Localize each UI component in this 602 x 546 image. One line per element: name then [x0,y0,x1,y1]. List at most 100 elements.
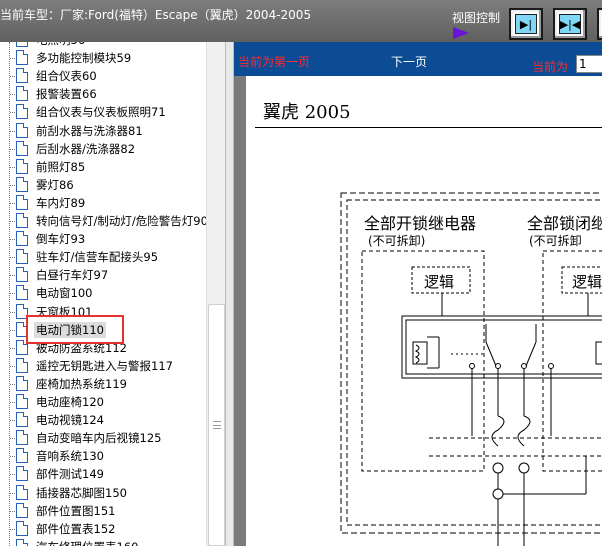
coil-winding [414,344,420,364]
tree-item[interactable]: 雾灯86 [0,176,206,194]
document-icon [16,86,28,102]
sidebar-scrollbar-thumb[interactable] [208,304,225,546]
relay-left-title: 全部开锁继电器 [364,214,476,233]
tree-item-label: 部件测试149 [36,467,104,482]
document-icon [16,375,28,391]
document-icon [16,430,28,446]
junction [518,462,530,474]
document-icon [16,502,28,518]
scroll-grip-icon [213,421,221,429]
tree-item[interactable]: 部件测试149 [0,465,206,483]
document-icon [16,466,28,482]
document-icon [16,176,28,192]
tree-item[interactable]: 白昼行车灯97 [0,266,206,284]
document-icon [16,538,28,546]
tree-item-label: 电动窗100 [36,286,93,301]
page-navigation-bar: 当前为第一页 下一页 当前为 [234,42,602,76]
tree-item-label: 遥控无钥匙进入与警报117 [36,358,173,373]
top-header: 当前车型：厂家:Ford(福特）Escape（翼虎）2004-2005 视图控制… [0,0,602,42]
tree-item[interactable]: 车内灯89 [0,194,206,212]
contact-point [469,363,475,369]
logic-right-label: 逻辑 [572,273,602,291]
tree-item-label: 部件位置图151 [36,503,116,518]
next-page-link[interactable]: 下一页 [391,53,427,70]
tree-item[interactable]: 电动窗100 [0,284,206,302]
tree-item[interactable]: 座椅加热系统119 [0,375,206,393]
document-icon [16,357,28,373]
tree-item[interactable]: 报警装置66 [0,85,206,103]
pane-splitter[interactable] [225,42,234,546]
wiring-diagram-document: 翼虎 2005 全部开锁继电器 (不可拆卸) 全部锁闭继 (不可拆卸 逻辑 逻辑 [246,76,602,546]
tree-item[interactable]: 多功能控制模块59 [0,49,206,67]
contact-point [495,363,501,369]
tree-item[interactable]: 前照灯85 [0,158,206,176]
split-view-icon: ▶|◀ [559,17,581,31]
tree-item-label: 车内灯89 [36,195,86,210]
tree-item-label: 前刮水器与洗涤器81 [36,123,143,138]
page-number-input[interactable] [576,55,602,73]
switch-contact-right [525,341,537,367]
relay-module-inner [405,319,602,375]
tree-item-label: 组合仪表60 [36,69,97,84]
relay-right-note: (不可拆卸 [529,233,582,248]
document-icon [16,104,28,120]
junction [492,462,504,474]
tree-item-label: 后刮水器/洗涤器82 [36,141,136,156]
tree-item[interactable]: 电动视镜124 [0,411,206,429]
inner-dashed-frame [346,199,602,526]
tree-item-label: 驻车灯/信营车配接头95 [36,250,159,265]
coil-left [412,341,428,365]
tree-item[interactable]: 部件位置表152 [0,520,206,538]
tree-item-label: 音响系统130 [36,449,104,464]
junction [492,488,504,500]
wiring-schematic: 全部开锁继电器 (不可拆卸) 全部锁闭继 (不可拆卸 逻辑 逻辑 [340,192,602,546]
tree-item-label: 雾灯86 [36,177,74,192]
relay-module-frame [401,315,602,379]
tree-item[interactable]: 后刮水器/洗涤器82 [0,140,206,158]
tree-item[interactable]: 遥控无钥匙进入与警报117 [0,357,206,375]
tree-item[interactable]: 自动变暗车内后视镜125 [0,429,206,447]
document-icon [16,42,28,47]
tree-item-label: 报警装置66 [36,87,97,102]
document-icon [16,520,28,536]
tree-item-label: 汽车修理位置表160 [36,539,138,546]
tree-item[interactable]: 组合仪表60 [0,67,206,85]
tree-item[interactable]: 电动座椅120 [0,393,206,411]
tree-item[interactable]: 驻车灯/信营车配接头95 [0,248,206,266]
document-icon [16,484,28,500]
document-icon [16,213,28,228]
tree-item-label: 前照灯85 [36,159,86,174]
first-page-indicator: 当前为第一页 [238,55,311,69]
view-single-pane-button[interactable]: ▶| [509,8,543,40]
document-icon [16,50,28,66]
tree-item[interactable]: 音响系统130 [0,447,206,465]
contact-point [548,363,554,369]
tree-item-label: 组合仪表与仪表板照明71 [36,105,166,120]
tree-item[interactable]: 电照明56 [0,42,206,49]
wire-crossover [517,415,531,447]
current-page-label: 当前为 [532,60,569,74]
tree-item[interactable]: 前刮水器与洗涤器81 [0,122,206,140]
tree-item[interactable]: 汽车修理位置表160 [0,538,206,546]
tree-item-label: 转向信号灯/制动灯/危险警告灯90 [36,214,208,228]
document-icon [16,267,28,283]
current-vehicle-title: 当前车型：厂家:Ford(福特）Escape（翼虎）2004-2005 [0,8,312,22]
tree-item-label: 倒车灯93 [36,232,86,247]
document-icon [16,285,28,301]
sidebar-scrollbar[interactable] [206,42,225,546]
tree-item-label: 电动座椅120 [36,395,104,409]
tree-item-label: 多功能控制模块59 [36,51,132,66]
tree-item[interactable]: 插接器芯脚图150 [0,484,206,502]
view-full-pane-button[interactable]: ◀ [597,8,602,40]
view-split-pane-button[interactable]: ▶|◀ [553,8,587,40]
tree-item[interactable]: 倒车灯93 [0,230,206,248]
wire-crossover [491,415,505,447]
tree-item[interactable]: 组合仪表与仪表板照明71 [0,103,206,121]
selection-highlight-box [26,315,124,344]
tree-item[interactable]: 转向信号灯/制动灯/危险警告灯90 [0,212,208,230]
document-icon [16,231,28,247]
tree-item-label: 插接器芯脚图150 [36,485,127,500]
document-icon [16,158,28,174]
view-control-label: 视图控制 [452,11,501,25]
tree-item[interactable]: 部件位置图151 [0,502,206,520]
